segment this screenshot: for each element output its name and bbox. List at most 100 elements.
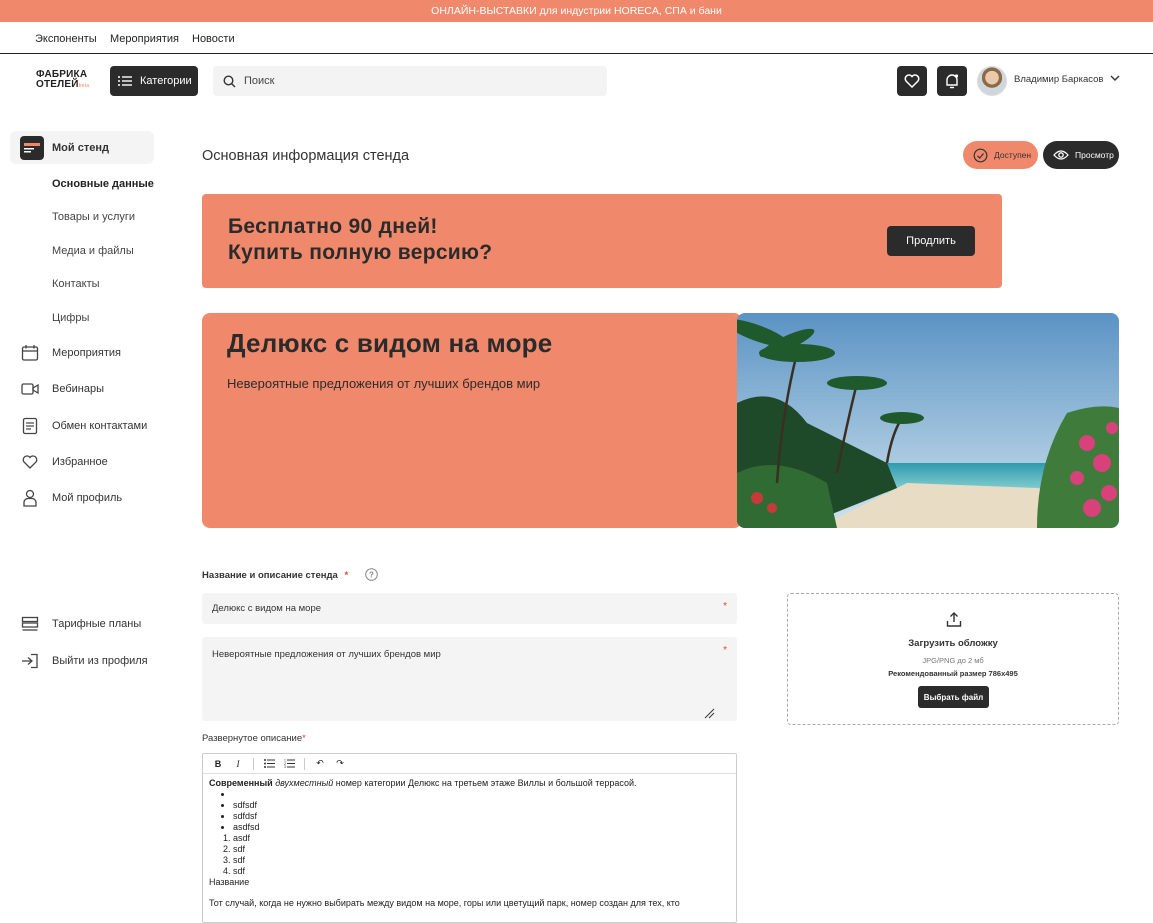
heart-icon (904, 74, 920, 88)
user-icon (20, 488, 40, 508)
sidebar-item-logout[interactable]: Выйти из профиля (10, 644, 154, 677)
sidebar-item-label: Мероприятия (52, 346, 121, 359)
stand-hero: Делюкс с видом на море Невероятные предл… (202, 313, 1119, 528)
topnav-news[interactable]: Новости (192, 33, 235, 45)
calendar-icon (20, 343, 40, 363)
stand-description-value: Невероятные предложения от лучших брендо… (212, 649, 441, 660)
sidebar-item-label: Выйти из профиля (52, 654, 148, 667)
required-mark: * (302, 733, 306, 744)
upload-size: Рекомендованный размер 786х495 (888, 669, 1018, 678)
sidebar-item-favorites[interactable]: Избранное (10, 445, 154, 478)
editor-text: номер категории Делюкс на третьем этаже … (333, 778, 637, 788)
bold-button[interactable]: B (209, 756, 227, 772)
hero-subtitle: Невероятные предложения от лучших брендо… (227, 376, 541, 391)
stand-description-field[interactable]: Невероятные предложения от лучших брендо… (202, 637, 737, 721)
logo-beta: beta (78, 83, 90, 89)
list-item: sdf (233, 866, 730, 877)
sidebar-item-label: Мой стенд (52, 141, 109, 154)
svg-text:3: 3 (284, 765, 286, 768)
heart-icon (20, 452, 40, 472)
bullet-list-button[interactable] (260, 756, 278, 772)
sidebar-item-tariffs[interactable]: Тарифные планы (10, 607, 154, 640)
chevron-down-icon[interactable] (1110, 74, 1120, 82)
logo-line2: ОТЕЛЕЙ (36, 79, 79, 90)
editor-heading: Название (209, 877, 250, 887)
hero-title: Делюкс с видом на море (227, 328, 553, 358)
sidebar-sub-products[interactable]: Товары и услуги (52, 211, 135, 223)
sidebar-item-label: Вебинары (52, 382, 104, 395)
cover-upload-area[interactable]: Загрузить обложку JPG/PNG до 2 мб Рекоме… (787, 593, 1119, 725)
stand-name-section-label: Название и описание стенда * ? (202, 568, 378, 581)
editor-content[interactable]: Современный двухместный номер категории … (203, 774, 736, 913)
banner-line1: Бесплатно 90 дней! (228, 215, 438, 238)
top-nav: Экспоненты Мероприятия Новости (0, 22, 1153, 54)
numbered-list-icon: 123 (284, 759, 295, 768)
editor-bullet-list: sdfsdf sdfdsf asdfsd (233, 789, 730, 833)
numbered-list-button[interactable]: 123 (280, 756, 298, 772)
editor-numbered-list: asdf sdf sdf sdf (233, 833, 730, 877)
resize-handle-icon[interactable] (703, 707, 715, 719)
search-icon (223, 74, 236, 87)
sidebar-sub-figures[interactable]: Цифры (52, 312, 89, 324)
toolbar-divider (253, 757, 254, 770)
upload-title: Загрузить обложку (908, 638, 998, 649)
bell-icon (946, 74, 959, 89)
list-item: sdfdsf (233, 811, 730, 822)
check-circle-icon (973, 148, 988, 162)
required-mark: * (723, 645, 727, 656)
required-mark: * (344, 570, 349, 581)
list-item: sdf (233, 844, 730, 855)
categories-button[interactable]: Категории (110, 66, 198, 96)
sidebar-item-label: Избранное (52, 455, 108, 468)
editor-toolbar: B I 123 ↶ ↷ (203, 754, 736, 774)
eye-icon (1053, 150, 1069, 160)
sidebar-item-events[interactable]: Мероприятия (10, 336, 154, 369)
editor-label-text: Развернутое описание (202, 733, 303, 744)
svg-text:?: ? (369, 571, 374, 580)
categories-label: Категории (140, 75, 192, 87)
menu-icon (118, 76, 132, 86)
search-input[interactable]: Поиск (213, 66, 607, 96)
layers-icon (20, 614, 40, 634)
banner-line2: Купить полную версию? (228, 241, 493, 264)
logo[interactable]: ФАБРИКА ОТЕЛЕЙbeta (36, 70, 89, 91)
choose-file-button[interactable]: Выбрать файл (918, 686, 989, 708)
favorites-button[interactable] (897, 66, 927, 96)
help-icon[interactable]: ? (364, 568, 378, 581)
toolbar-divider (304, 757, 305, 770)
sidebar-item-contact-exchange[interactable]: Обмен контактами (10, 409, 154, 442)
editor-paragraph: Тот случай, когда не нужно выбирать межд… (209, 898, 680, 908)
sidebar-item-label: Тарифные планы (52, 617, 142, 630)
redo-button[interactable]: ↷ (331, 756, 349, 772)
upload-icon (946, 612, 962, 627)
upload-formats: JPG/PNG до 2 мб (922, 656, 984, 665)
italic-button[interactable]: I (229, 756, 247, 772)
sidebar-sub-basic-data[interactable]: Основные данные (52, 178, 154, 190)
sidebar-item-profile[interactable]: Мой профиль (10, 481, 154, 514)
username[interactable]: Владимир Баркасов (1014, 74, 1103, 85)
extend-button[interactable]: Продлить (887, 226, 975, 256)
rich-text-editor[interactable]: B I 123 ↶ ↷ Современный двухместный номе… (202, 753, 737, 923)
sidebar-item-webinars[interactable]: Вебинары (10, 372, 154, 405)
status-label: Доступен (994, 150, 1032, 160)
notifications-button[interactable] (937, 66, 967, 96)
avatar[interactable] (977, 66, 1007, 96)
document-icon (20, 416, 40, 436)
extended-description-label: Развернутое описание* (202, 733, 306, 744)
status-badge[interactable]: Доступен (963, 141, 1038, 169)
stand-name-field[interactable]: Делюкс с видом на море * (202, 593, 737, 624)
topnav-events[interactable]: Мероприятия (110, 33, 179, 45)
promo-bar: ОНЛАЙН-ВЫСТАВКИ для индустрии HORECA, СП… (0, 0, 1153, 22)
section-label-text: Название и описание стенда (202, 570, 338, 581)
sidebar-item-label: Обмен контактами (52, 419, 148, 432)
sidebar-item-my-stand[interactable]: Мой стенд (10, 131, 154, 164)
sidebar-sub-contacts[interactable]: Контакты (52, 278, 100, 290)
search-placeholder: Поиск (244, 75, 275, 87)
sidebar-sub-media[interactable]: Медиа и файлы (52, 245, 134, 257)
preview-button[interactable]: Просмотр (1043, 141, 1119, 169)
undo-button[interactable]: ↶ (311, 756, 329, 772)
list-item: sdf (233, 855, 730, 866)
list-item: asdf (233, 833, 730, 844)
topnav-exhibitors[interactable]: Экспоненты (35, 33, 97, 45)
list-item: asdfsd (233, 822, 730, 833)
